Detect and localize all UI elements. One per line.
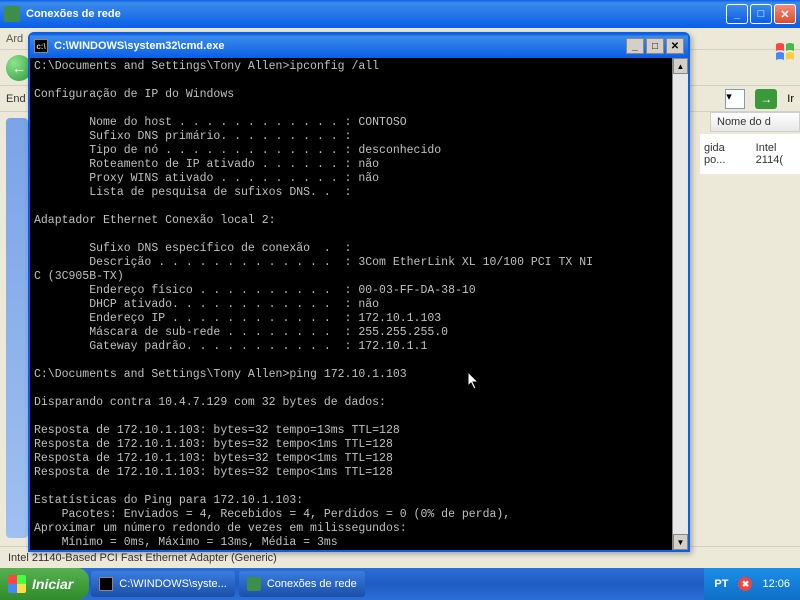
scroll-up-button[interactable]: ▲: [673, 58, 688, 74]
taskbar-item-cmd[interactable]: C:\WINDOWS\syste...: [91, 571, 235, 597]
windows-logo-icon: [774, 42, 798, 62]
cmd-minimize-button[interactable]: _: [626, 38, 644, 54]
column-header-name[interactable]: Nome do d: [710, 112, 800, 132]
close-button[interactable]: ✕: [774, 4, 796, 24]
list-item[interactable]: gida po... Intel 2114(: [704, 142, 796, 166]
cmd-icon: [99, 577, 113, 591]
cmd-maximize-button[interactable]: □: [646, 38, 664, 54]
scroll-track[interactable]: [673, 74, 688, 534]
language-indicator[interactable]: PT: [714, 578, 728, 590]
cmd-close-button[interactable]: ✕: [666, 38, 684, 54]
start-button[interactable]: Iniciar: [0, 568, 89, 600]
network-connections-icon: [4, 6, 20, 22]
cmd-scrollbar[interactable]: ▲ ▼: [672, 58, 688, 550]
error-icon[interactable]: ✖: [738, 577, 752, 591]
address-label: End: [6, 93, 26, 105]
go-label: Ir: [787, 93, 794, 105]
cmd-title: C:\WINDOWS\system32\cmd.exe: [54, 40, 225, 52]
tasks-panel: [6, 118, 28, 538]
windows-flag-icon: [8, 575, 26, 593]
cmd-icon: c:\: [34, 39, 48, 53]
address-dropdown[interactable]: ▾: [725, 89, 745, 109]
parent-titlebar[interactable]: Conexões de rede _ □ ✕: [0, 0, 800, 28]
taskbar: Iniciar C:\WINDOWS\syste... Conexões de …: [0, 568, 800, 600]
maximize-button[interactable]: □: [750, 4, 772, 24]
taskbar-item-network[interactable]: Conexões de rede: [239, 571, 365, 597]
menu-file[interactable]: Ard: [6, 33, 23, 45]
minimize-button[interactable]: _: [726, 4, 748, 24]
system-tray: PT ✖ 12:06: [704, 568, 800, 600]
cmd-window: c:\ C:\WINDOWS\system32\cmd.exe _ □ ✕ C:…: [28, 32, 690, 552]
go-button[interactable]: →: [755, 89, 777, 109]
clock[interactable]: 12:06: [762, 578, 790, 590]
network-connections-icon: [247, 577, 261, 591]
parent-title: Conexões de rede: [26, 8, 121, 20]
list-view[interactable]: gida po... Intel 2114(: [700, 134, 800, 174]
cmd-titlebar[interactable]: c:\ C:\WINDOWS\system32\cmd.exe _ □ ✕: [30, 34, 688, 58]
cmd-terminal[interactable]: C:\Documents and Settings\Tony Allen>ipc…: [30, 58, 672, 550]
scroll-down-button[interactable]: ▼: [673, 534, 688, 550]
